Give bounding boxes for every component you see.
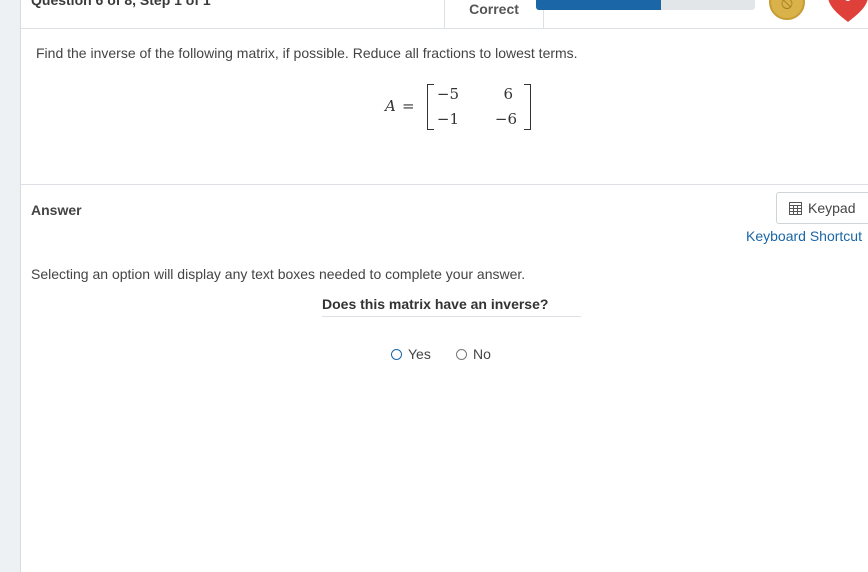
keypad-label: Keypad: [808, 200, 856, 216]
question-title: Question 6 of 8, Step 1 of 1: [31, 0, 211, 8]
keypad-icon: [789, 202, 802, 215]
matrix-cell: −1: [436, 110, 459, 128]
option-label: No: [473, 346, 491, 362]
progress-fill: [536, 0, 661, 10]
matrix-variable: A: [385, 97, 396, 115]
option-label: Yes: [408, 346, 431, 362]
question-header: Question 6 of 8, Step 1 of 1 Correct ⦸ 0: [21, 0, 868, 29]
status-label: Correct: [444, 0, 544, 28]
progress-bar: [536, 0, 755, 10]
option-yes[interactable]: Yes: [391, 346, 431, 362]
equals-sign: =: [402, 97, 415, 115]
matrix-cell: −6: [494, 110, 517, 128]
answer-instruction: Selecting an option will display any tex…: [31, 266, 526, 282]
no-radio[interactable]: [456, 349, 467, 360]
right-bracket: [524, 84, 531, 130]
hearts-count: 0: [827, 0, 868, 6]
question-text: Find the inverse of the following matrix…: [36, 45, 578, 61]
matrix-cell: −5: [436, 85, 459, 103]
matrix-cell: 6: [503, 85, 513, 103]
section-divider: [21, 184, 868, 185]
answer-label: Answer: [31, 202, 82, 218]
question-panel: Question 6 of 8, Step 1 of 1 Correct ⦸ 0…: [20, 0, 868, 572]
yes-radio[interactable]: [391, 349, 402, 360]
coin-icon[interactable]: ⦸: [769, 0, 805, 20]
keypad-button[interactable]: Keypad: [776, 192, 868, 224]
keyboard-shortcuts-link[interactable]: Keyboard Shortcut: [746, 228, 862, 244]
option-no[interactable]: No: [456, 346, 491, 362]
inverse-question-prompt: Does this matrix have an inverse?: [322, 296, 581, 317]
